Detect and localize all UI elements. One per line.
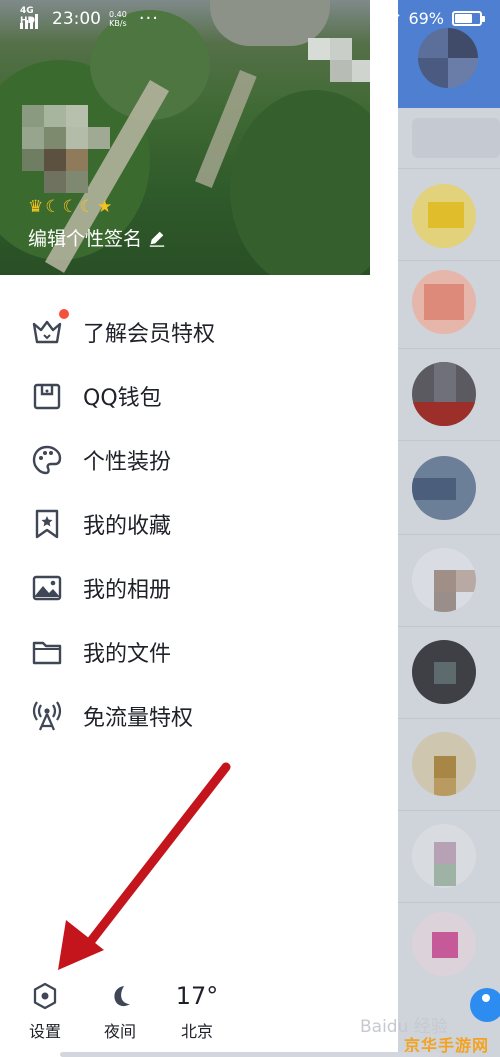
menu-item-files[interactable]: 我的文件	[0, 620, 398, 684]
conversation-avatar	[412, 732, 476, 796]
clock: 23:00	[52, 8, 101, 29]
drawer-bottom-bar: 设置 夜间 17° 北京	[0, 980, 398, 1057]
weather-button[interactable]: 17° 北京	[162, 980, 232, 1042]
cellular-signal-icon: 4G HD	[20, 6, 46, 29]
battery-percent: 69%	[408, 9, 444, 28]
avatar-blurred[interactable]	[22, 105, 118, 193]
notification-badge	[59, 309, 69, 319]
wallet-icon	[30, 379, 64, 413]
bookmark-icon	[30, 507, 64, 541]
conversation-avatar	[412, 184, 476, 248]
photo-album-icon	[30, 571, 64, 605]
conversation-avatar	[412, 456, 476, 520]
username-blurred	[308, 38, 378, 98]
settings-button[interactable]: 设置	[10, 980, 80, 1042]
weather-temperature: 17°	[175, 982, 219, 1010]
search-box-background	[412, 118, 500, 158]
menu-item-favorites[interactable]: 我的收藏	[0, 492, 398, 556]
wifi-icon	[378, 10, 401, 27]
sun-badge-icon: ★	[97, 197, 113, 217]
settings-icon	[32, 980, 58, 1012]
crown-icon	[30, 315, 64, 349]
floating-help-button[interactable]	[470, 988, 500, 1022]
crown-badge-icon: ♛	[28, 197, 44, 217]
moon-badge-icon: ☾	[79, 197, 95, 217]
palette-icon	[30, 443, 64, 477]
menu-item-personalization[interactable]: 个性装扮	[0, 428, 398, 492]
night-mode-button[interactable]: 夜间	[85, 980, 155, 1042]
folder-icon	[30, 635, 64, 669]
signature-label: 编辑个性签名	[28, 228, 143, 250]
notification-dots: ···	[138, 8, 159, 29]
moon-icon	[107, 980, 133, 1012]
pencil-icon	[149, 231, 165, 247]
conversation-avatar	[412, 270, 476, 334]
side-drawer: ♛ ☾ ☾ ☾ ★ 编辑个性签名 了解会员特权 QQ钱包 个性装扮 我的收藏 我…	[0, 0, 398, 1057]
moon-badge-icon: ☾	[45, 197, 61, 217]
drawer-menu: 了解会员特权 QQ钱包 个性装扮 我的收藏 我的相册 我的文件 免流量特权	[0, 300, 398, 748]
conversation-avatar	[412, 824, 476, 888]
membership-badges[interactable]: ♛ ☾ ☾ ☾ ★	[28, 197, 112, 217]
menu-item-data-free[interactable]: 免流量特权	[0, 684, 398, 748]
battery-icon	[452, 11, 485, 26]
network-speed: 0.40 KB/s	[109, 9, 127, 28]
moon-badge-icon: ☾	[62, 197, 78, 217]
conversation-list-background	[398, 0, 500, 1057]
conversation-avatar	[412, 912, 476, 976]
conversation-avatar	[412, 548, 476, 612]
menu-item-membership[interactable]: 了解会员特权	[0, 300, 398, 364]
antenna-icon	[30, 699, 64, 733]
status-bar: 4G HD 23:00 0.40 KB/s ··· 69%	[0, 0, 500, 38]
edit-signature-button[interactable]: 编辑个性签名	[28, 224, 166, 251]
menu-item-qq-wallet[interactable]: QQ钱包	[0, 364, 398, 428]
menu-item-album[interactable]: 我的相册	[0, 556, 398, 620]
conversation-avatar	[412, 362, 476, 426]
conversation-avatar	[412, 640, 476, 704]
home-indicator[interactable]	[60, 1052, 440, 1057]
